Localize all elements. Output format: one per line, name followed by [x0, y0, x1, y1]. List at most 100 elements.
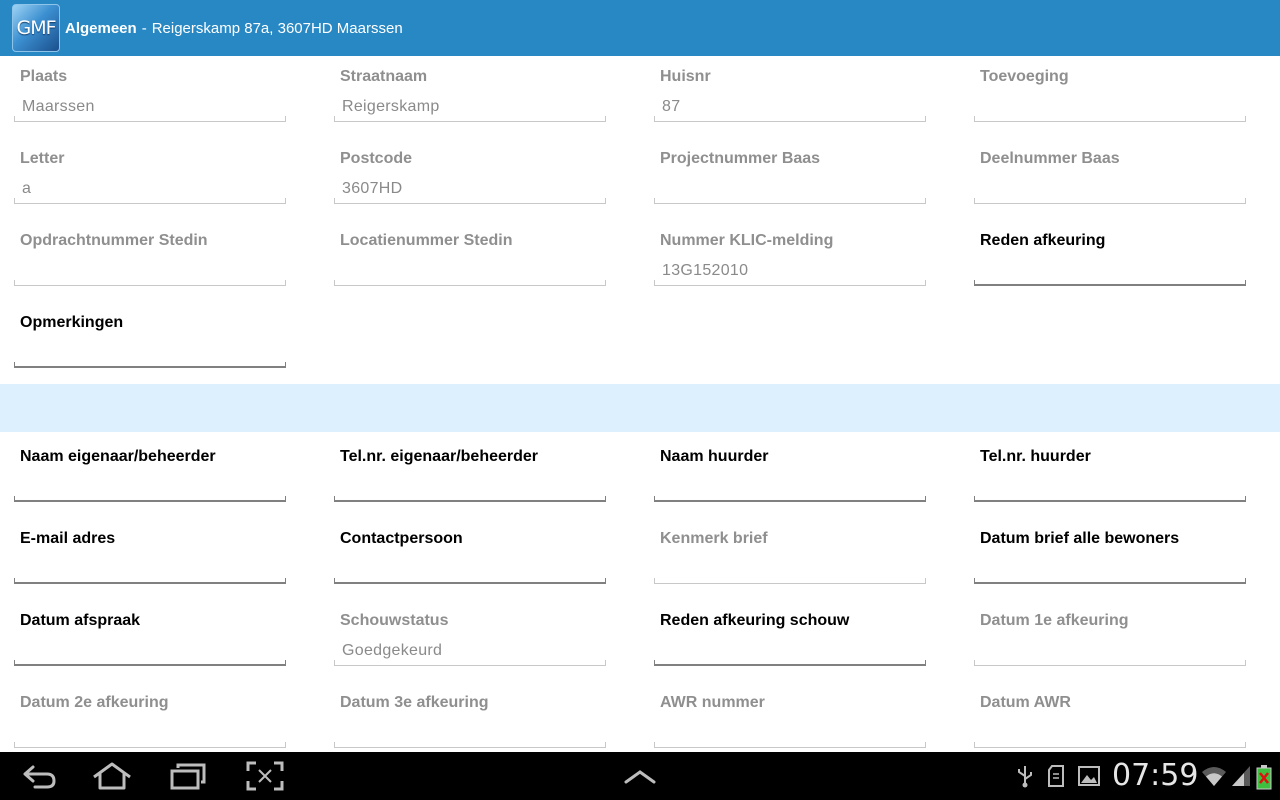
field-locatienummer-stedin[interactable]: Locatienummer Stedin [334, 232, 606, 288]
field-label: Contactpersoon [340, 530, 463, 547]
field-label: Opdrachtnummer Stedin [20, 232, 208, 249]
field-postcode[interactable]: Postcode 3607HD [334, 150, 606, 206]
screenshot-icon[interactable] [243, 760, 287, 792]
field-underline [14, 198, 286, 204]
field-schouwstatus[interactable]: Schouwstatus Goedgekeurd [334, 612, 606, 668]
field-underline [334, 280, 606, 286]
field-underline [334, 742, 606, 748]
field-value: a [22, 180, 32, 197]
field-label: Naam eigenaar/beheerder [20, 448, 216, 465]
field-underline [654, 198, 926, 204]
field-naam-huurder[interactable]: Naam huurder [654, 448, 926, 504]
page-subtitle: Reigerskamp 87a, 3607HD Maarssen [151, 19, 403, 37]
field-label: Datum AWR [980, 694, 1071, 711]
field-underline [974, 116, 1246, 122]
usb-icon [1018, 766, 1032, 788]
field-label: Datum afspraak [20, 612, 141, 629]
field-value: 87 [662, 98, 681, 115]
app-logo-text: GMF [16, 17, 56, 39]
field-datum-2e-afkeuring[interactable]: Datum 2e afkeuring [14, 694, 286, 750]
field-underline [14, 578, 286, 584]
field-underline [974, 198, 1246, 204]
field-value: Maarssen [22, 98, 95, 115]
wifi-icon [1202, 767, 1226, 786]
field-label: Locatienummer Stedin [340, 232, 513, 249]
field-plaats[interactable]: Plaats Maarssen [14, 68, 286, 124]
field-value: 3607HD [342, 180, 403, 197]
field-underline [14, 660, 286, 666]
signal-icon [1232, 766, 1250, 786]
field-underline [654, 578, 926, 584]
field-label: Postcode [340, 150, 413, 167]
field-label: Straatnaam [340, 68, 428, 85]
field-label: Deelnummer Baas [980, 150, 1120, 167]
field-underline [334, 660, 606, 666]
status-clock: 07:59 [1112, 758, 1199, 793]
field-underline [654, 116, 926, 122]
field-projectnummer-baas[interactable]: Projectnummer Baas [654, 150, 926, 206]
field-underline [14, 742, 286, 748]
field-underline [654, 280, 926, 286]
field-datum-3e-afkeuring[interactable]: Datum 3e afkeuring [334, 694, 606, 750]
field-reden-afkeuring[interactable]: Reden afkeuring [974, 232, 1246, 288]
field-label: Reden afkeuring [980, 232, 1106, 249]
back-icon[interactable] [17, 760, 61, 792]
action-bar: GMF Algemeen - Reigerskamp 87a, 3607HD M… [0, 0, 1280, 56]
field-datum-brief-alle-bewoners[interactable]: Datum brief alle bewoners [974, 530, 1246, 586]
field-label: Toevoeging [980, 68, 1069, 85]
field-datum-1e-afkeuring[interactable]: Datum 1e afkeuring [974, 612, 1246, 668]
field-label: Plaats [20, 68, 68, 85]
field-naam-eigenaar-beheerder[interactable]: Naam eigenaar/beheerder [14, 448, 286, 504]
field-label: Reden afkeuring schouw [660, 612, 850, 629]
field-nummer-klic-melding[interactable]: Nummer KLIC-melding 13G152010 [654, 232, 926, 288]
page-title: Algemeen [65, 19, 137, 37]
field-underline [334, 578, 606, 584]
field-opmerkingen[interactable]: Opmerkingen [14, 314, 286, 370]
field-label: Kenmerk brief [660, 530, 768, 547]
field-kenmerk-brief[interactable]: Kenmerk brief [654, 530, 926, 586]
form-content: Plaats Maarssen Straatnaam Reigerskamp Huisn… [0, 56, 1280, 752]
gallery-icon [1078, 766, 1100, 786]
field-tel-nr-huurder[interactable]: Tel.nr. huurder [974, 448, 1246, 504]
field-label: Datum 1e afkeuring [980, 612, 1129, 629]
system-bar: 07:59 [0, 752, 1280, 800]
field-underline [14, 496, 286, 502]
field-opdrachtnummer-stedin[interactable]: Opdrachtnummer Stedin [14, 232, 286, 288]
field-label: Projectnummer Baas [660, 150, 821, 167]
home-icon[interactable] [90, 760, 134, 792]
field-letter[interactable]: Letter a [14, 150, 286, 206]
sd-card-icon [1048, 765, 1064, 787]
field-underline [334, 116, 606, 122]
menu-up-icon[interactable] [618, 760, 662, 792]
field-underline [14, 280, 286, 286]
field-reden-afkeuring-schouw[interactable]: Reden afkeuring schouw [654, 612, 926, 668]
field-label: Letter [20, 150, 65, 167]
field-e-mail-adres[interactable]: E-mail adres [14, 530, 286, 586]
field-straatnaam[interactable]: Straatnaam Reigerskamp [334, 68, 606, 124]
field-datum-afspraak[interactable]: Datum afspraak [14, 612, 286, 668]
field-underline [654, 496, 926, 502]
field-label: Opmerkingen [20, 314, 124, 331]
field-label: Tel.nr. huurder [980, 448, 1091, 465]
field-value: Goedgekeurd [342, 642, 443, 659]
field-tel-nr-eigenaar-beheerder[interactable]: Tel.nr. eigenaar/beheerder [334, 448, 606, 504]
field-value: 13G152010 [662, 262, 749, 279]
field-underline [974, 660, 1246, 666]
field-contactpersoon[interactable]: Contactpersoon [334, 530, 606, 586]
field-label: E-mail adres [20, 530, 116, 547]
field-deelnummer-baas[interactable]: Deelnummer Baas [974, 150, 1246, 206]
field-datum-awr[interactable]: Datum AWR [974, 694, 1246, 750]
field-toevoeging[interactable]: Toevoeging [974, 68, 1246, 124]
field-underline [334, 496, 606, 502]
field-huisnr[interactable]: Huisnr 87 [654, 68, 926, 124]
field-underline [974, 578, 1246, 584]
app-logo[interactable]: GMF [12, 4, 60, 52]
field-awr-nummer[interactable]: AWR nummer [654, 694, 926, 750]
recent-apps-icon[interactable] [166, 760, 210, 792]
field-label: Nummer KLIC-melding [660, 232, 834, 249]
field-underline [974, 496, 1246, 502]
field-label: Huisnr [660, 68, 711, 85]
field-label: Datum brief alle bewoners [980, 530, 1180, 547]
field-value: Reigerskamp [342, 98, 440, 115]
field-underline [974, 742, 1246, 748]
